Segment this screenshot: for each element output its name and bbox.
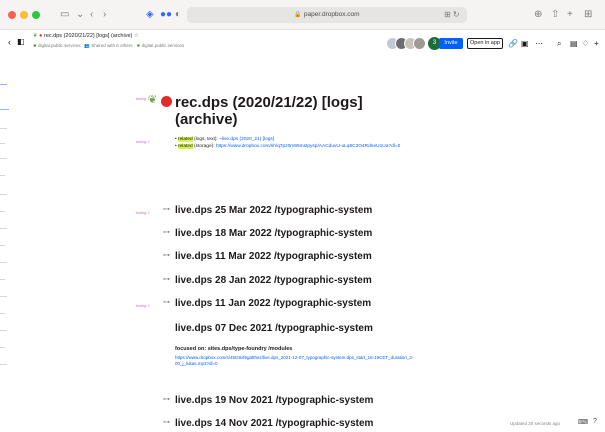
- forward-icon[interactable]: ›: [103, 8, 106, 22]
- list-item-text: (logs, text):: [192, 137, 220, 142]
- leaf-icon: ❦: [33, 33, 38, 39]
- link-icon[interactable]: ⊶: [163, 275, 170, 283]
- people-icon: 👥: [81, 43, 90, 48]
- back-arrow-icon[interactable]: ‹: [8, 37, 11, 47]
- log-entry-heading[interactable]: live.dps 19 Nov 2021 /typographic-system: [175, 395, 373, 406]
- close-window-button[interactable]: [8, 11, 16, 19]
- avatar[interactable]: [413, 37, 426, 50]
- shared-with-text[interactable]: Shared with 6 others: [91, 43, 132, 48]
- url-text: paper.dropbox.com: [303, 11, 360, 18]
- list-item: • related (storage): https://www.dropbox…: [175, 143, 401, 149]
- log-entry-heading[interactable]: live.dps 25 Mar 2022 /typographic-system: [175, 205, 372, 216]
- log-entry-heading[interactable]: live.dps 11 Mar 2022 /typographic-system: [175, 251, 372, 262]
- present-icon[interactable]: ▣: [521, 39, 529, 49]
- red-circle-emoji-icon: [161, 96, 172, 107]
- shield-icon[interactable]: ◈: [146, 8, 154, 22]
- document-title-bar[interactable]: ❦ ● rec.dps (2020/21/22) [logs] (archive…: [33, 33, 139, 39]
- outline-tick[interactable]: [0, 84, 7, 85]
- breadcrumb[interactable]: digital.public.services: [38, 43, 81, 48]
- outline-tick[interactable]: [0, 194, 7, 195]
- outline-tick[interactable]: [0, 143, 5, 144]
- browser-toolbar: ▭ ⌄ ‹ › ◈ ●● ◐ 🔒 paper.dropbox.com ⊞ ↻ ⊕ …: [0, 0, 605, 30]
- document-title-line-2: (archive): [175, 111, 238, 128]
- shared-tag[interactable]: digital.public.services: [142, 43, 185, 48]
- recording-link[interactable]: https://www.dropbox.com/s/45tz9xf6gatthe…: [175, 355, 445, 368]
- red-circle-icon: ●: [39, 33, 43, 39]
- outline-tick[interactable]: [0, 279, 5, 280]
- doc-link[interactable]: ~live.dps (2020_21) [logs]: [219, 137, 274, 142]
- focused-on-text: focused on: sites.dps/type-foundry /modu…: [175, 346, 293, 352]
- download-icon[interactable]: ⊕: [534, 8, 542, 22]
- link-icon[interactable]: 🔗: [508, 39, 518, 49]
- list-item: • related (logs, text): ~live.dps (2020_…: [175, 137, 275, 142]
- document-meta: ❦ digital.public.services 👥 Shared with …: [33, 43, 184, 49]
- link-icon[interactable]: ⊶: [163, 298, 170, 306]
- leaf-emoji-icon: ❦: [148, 94, 158, 106]
- outline-tick[interactable]: [0, 228, 7, 229]
- toolbar-doc-title: rec.dps (2020/21/22) [logs] (archive): [44, 33, 133, 39]
- zoom-window-button[interactable]: [32, 11, 40, 19]
- outline-tick[interactable]: [0, 262, 7, 263]
- minimize-window-button[interactable]: [20, 11, 28, 19]
- last-updated-status: Updated 20 seconds ago: [510, 421, 561, 426]
- tag-icon: ❦: [136, 43, 141, 48]
- related-list: • related (logs, text): ~live.dps (2020_…: [175, 137, 425, 150]
- privacy-icon[interactable]: ◐: [175, 8, 181, 22]
- help-icon[interactable]: ?: [593, 418, 597, 425]
- outline-tick[interactable]: [0, 109, 9, 110]
- highlight-tag: related: [178, 137, 193, 142]
- link-icon[interactable]: ⊶: [163, 418, 170, 426]
- share-icon[interactable]: ⇧: [551, 8, 559, 22]
- outline-tick[interactable]: [0, 364, 7, 365]
- open-in-app-button[interactable]: Open in app: [467, 38, 503, 49]
- address-bar[interactable]: 🔒 paper.dropbox.com: [187, 7, 467, 23]
- extension-icon[interactable]: ●●: [160, 8, 172, 22]
- chevron-down-icon[interactable]: ⌄: [76, 8, 84, 22]
- back-icon[interactable]: ‹: [90, 8, 93, 22]
- outline-tick[interactable]: [0, 296, 7, 297]
- search-icon[interactable]: ⌕: [557, 39, 561, 49]
- invite-button[interactable]: Invite: [439, 38, 463, 49]
- tab-overview-icon[interactable]: ⊞: [584, 8, 592, 22]
- outline-tick[interactable]: [0, 347, 5, 348]
- link-icon[interactable]: ⊶: [163, 205, 170, 213]
- log-entry-heading[interactable]: live.dps 18 Mar 2022 /typographic-system: [175, 228, 372, 239]
- line-attribution-label: turnhg: 1: [136, 211, 150, 215]
- lock-icon: 🔒: [294, 12, 302, 18]
- notification-bell-icon[interactable]: ♢: [582, 39, 589, 49]
- log-entry-heading[interactable]: live.dps 14 Nov 2021 /typographic-system: [175, 418, 373, 429]
- document-title[interactable]: rec.dps (2020/21/22) [logs] (archive): [175, 94, 415, 128]
- sidebar-panel-icon[interactable]: ◧: [17, 37, 25, 47]
- reader-and-reload-icons[interactable]: ⊞ ↻: [444, 7, 460, 23]
- star-icon[interactable]: ☆: [134, 33, 139, 39]
- line-attribution-label: turnhg: 1: [136, 304, 150, 308]
- log-entry-heading[interactable]: live.dps 07 Dec 2021 /typographic-system: [175, 323, 373, 334]
- keyboard-icon[interactable]: ⌨: [578, 418, 588, 426]
- outline-tick[interactable]: [0, 330, 7, 331]
- outline-tick[interactable]: [0, 128, 7, 129]
- sidebar-toggle-icon[interactable]: ▭: [60, 8, 69, 22]
- line-attribution-label: turnhg: 1: [136, 140, 150, 144]
- folder-tag-icon: ❦: [33, 43, 37, 48]
- outline-tick[interactable]: [0, 313, 5, 314]
- more-options-icon[interactable]: ⋯: [535, 39, 543, 49]
- link-icon[interactable]: ⊶: [163, 395, 170, 403]
- outline-tick[interactable]: [0, 158, 7, 159]
- add-icon[interactable]: +: [594, 39, 599, 49]
- list-item-text: (storage):: [192, 143, 216, 149]
- document-title-line-1: rec.dps (2020/21/22) [logs]: [175, 94, 363, 111]
- outline-tick[interactable]: [0, 175, 5, 176]
- outline-tick[interactable]: [0, 211, 5, 212]
- log-entry-heading[interactable]: live.dps 11 Jan 2022 /typographic-system: [175, 298, 371, 309]
- log-entry-heading[interactable]: live.dps 28 Jan 2022 /typographic-system: [175, 275, 372, 286]
- link-icon[interactable]: ⊶: [163, 228, 170, 236]
- storage-link[interactable]: https://www.dropbox.com/sh/q7pz0m95mstpy…: [216, 144, 400, 149]
- outline-tick[interactable]: [0, 245, 5, 246]
- highlight-tag: related: [178, 143, 193, 149]
- new-tab-icon[interactable]: +: [567, 8, 573, 22]
- link-icon[interactable]: ⊶: [163, 251, 170, 259]
- comments-icon[interactable]: ▤: [570, 39, 578, 49]
